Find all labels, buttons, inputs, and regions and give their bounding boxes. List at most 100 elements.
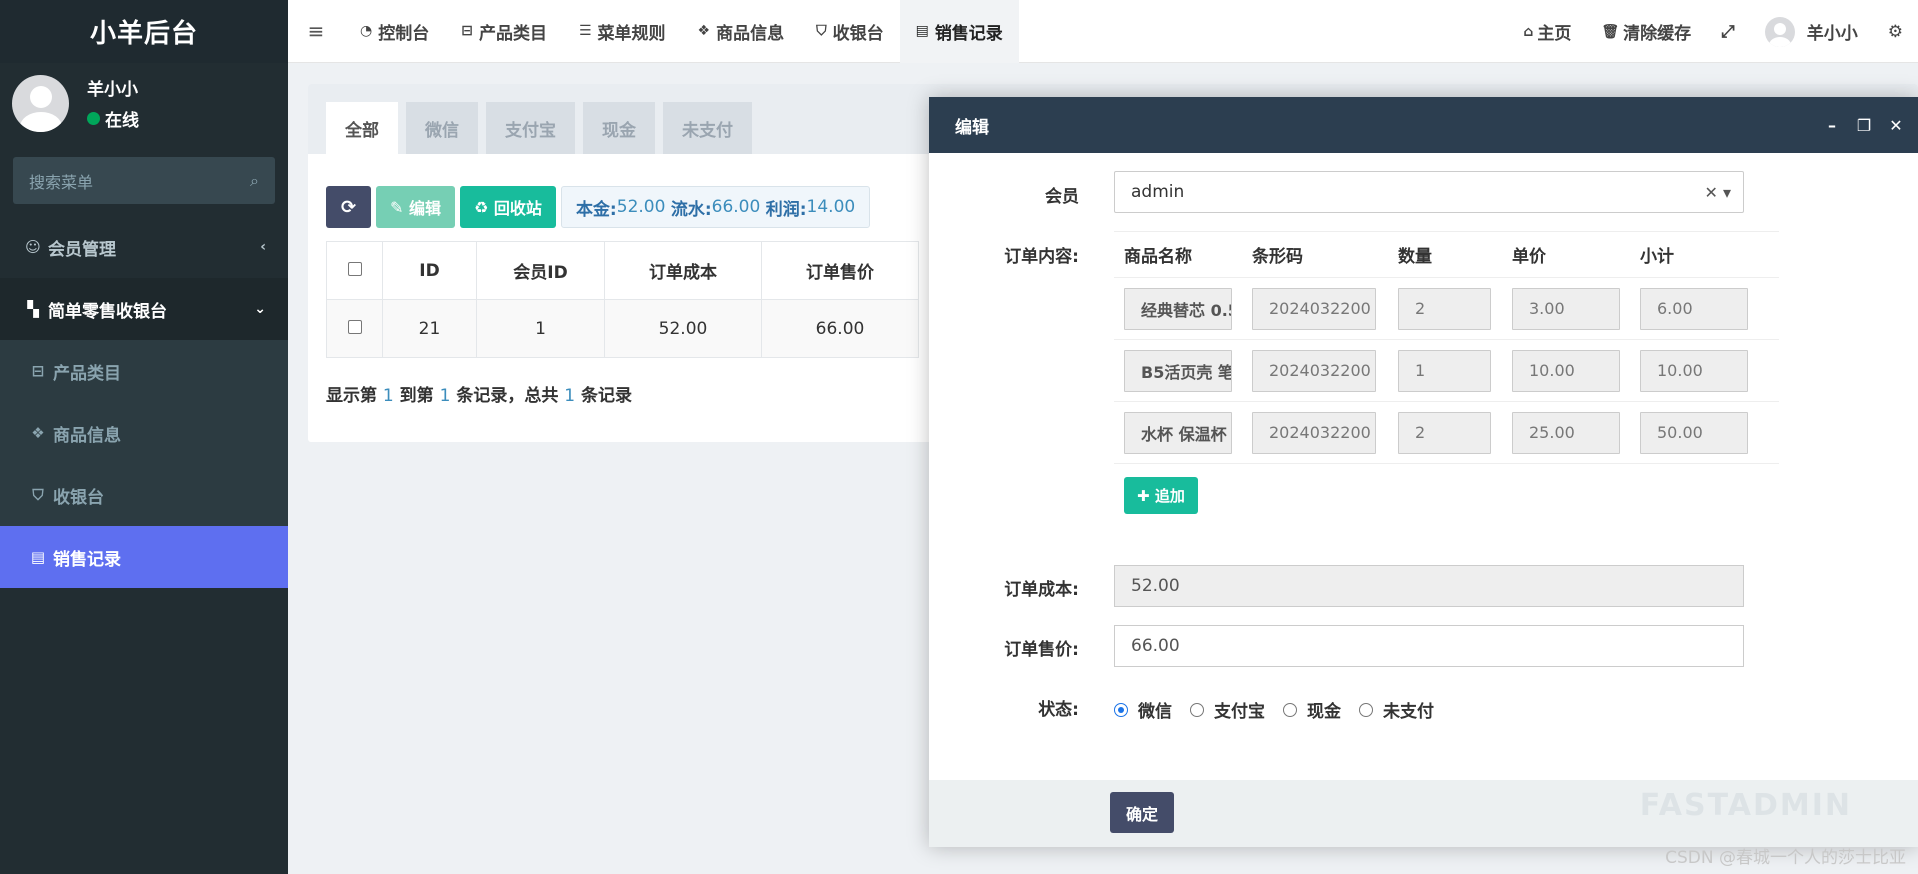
cell-id: 21 <box>382 299 477 358</box>
sidebar-item-member[interactable]: ☺ 会员管理 ‹ <box>0 216 288 278</box>
sidebar-item-label: 简单零售收银台 <box>48 301 167 322</box>
tab-category[interactable]: ⊟ 产品类目 <box>445 0 563 63</box>
tab-cash[interactable]: 现金 <box>583 102 655 154</box>
dialog-title: 编辑 <box>955 117 989 138</box>
item-name-field[interactable]: B5活页壳 笔记 <box>1124 349 1232 392</box>
tab-alipay[interactable]: 支付宝 <box>486 102 575 154</box>
home-link[interactable]: ⌂ 主页 <box>1508 19 1586 45</box>
tab-goods[interactable]: ❖ 商品信息 <box>682 0 801 63</box>
dashboard-icon: ◔ <box>360 23 373 39</box>
status-label: 状态: <box>1038 700 1079 720</box>
radio-icon <box>1190 702 1204 717</box>
tab-sales[interactable]: ▤ 销售记录 <box>899 0 1019 63</box>
dialog-header[interactable]: 编辑 – ❐ ✕ <box>929 97 1918 153</box>
refresh-button[interactable]: ⟳ <box>326 186 371 228</box>
page-total: 1 <box>564 386 576 406</box>
gear-icon[interactable]: ⚙ <box>1873 22 1918 42</box>
table-row[interactable]: 21 1 52.00 66.00 <box>326 299 919 358</box>
sidebar-item-cashier[interactable]: ⛉ 收银台 <box>0 464 288 526</box>
clear-caret-icon[interactable]: ✕ ▾ <box>1704 183 1731 202</box>
close-icon[interactable]: ✕ <box>1880 116 1912 135</box>
order-price-field[interactable]: 66.00 <box>1114 625 1744 667</box>
chevron-left-icon: ‹ <box>260 239 266 255</box>
hamburger-icon[interactable]: ≡ <box>288 0 344 63</box>
online-dot-icon <box>87 112 100 125</box>
item-subtotal-field[interactable]: 10.00 <box>1640 349 1748 392</box>
item-qty-field[interactable]: 2 <box>1398 411 1491 454</box>
item-qty-field[interactable]: 1 <box>1398 349 1491 392</box>
order-items-table: 商品名称 条形码 数量 单价 小计 经典替芯 0.5 2024032200 2 … <box>1114 231 1779 464</box>
maximize-icon[interactable]: ❐ <box>1848 116 1880 135</box>
item-unit-price-field[interactable]: 25.00 <box>1512 411 1620 454</box>
item-name-field[interactable]: 水杯 保温杯 <box>1124 411 1232 454</box>
status-radio-alipay[interactable]: 支付宝 <box>1190 697 1265 722</box>
fullscreen-icon[interactable]: ⤢ <box>1706 22 1750 42</box>
tab-label: 商品信息 <box>716 23 785 44</box>
item-qty-field[interactable]: 2 <box>1398 287 1491 330</box>
tab-wechat[interactable]: 微信 <box>406 102 478 154</box>
sidebar-item-category[interactable]: ⊟ 产品类目 <box>0 340 288 402</box>
clear-cache-button[interactable]: 🗑 清除缓存 <box>1586 19 1706 45</box>
member-label: 会员 <box>1045 187 1079 207</box>
item-unit-price-field[interactable]: 3.00 <box>1512 287 1620 330</box>
item-subtotal-field[interactable]: 6.00 <box>1640 287 1748 330</box>
sidebar: 小羊后台 羊小小 在线 搜索菜单 ⌕ ☺ 会员管理 ‹ ▚ 简单零售收银台 ⌄ … <box>0 0 288 874</box>
status-radio-wechat[interactable]: 微信 <box>1114 697 1172 722</box>
table-row: 经典替芯 0.5 2024032200 2 3.00 6.00 <box>1114 277 1779 340</box>
bars-icon: ☰ <box>578 23 592 39</box>
file-text-icon: ▤ <box>30 548 46 566</box>
item-barcode-field[interactable]: 2024032200 <box>1252 287 1376 330</box>
item-unit-price-field[interactable]: 10.00 <box>1512 349 1620 392</box>
edit-button[interactable]: ✎ 编辑 <box>376 186 455 228</box>
item-subtotal-field[interactable]: 50.00 <box>1640 411 1748 454</box>
select-all-cell <box>326 241 383 300</box>
column-header[interactable]: 会员ID <box>476 241 605 300</box>
member-select[interactable]: admin ✕ ▾ <box>1114 171 1744 213</box>
user-menu[interactable]: 羊小小 <box>1750 16 1873 47</box>
edit-label: 编辑 <box>408 199 441 218</box>
tab-all[interactable]: 全部 <box>326 102 398 154</box>
column-header[interactable]: 订单成本 <box>604 241 762 300</box>
tab-unpaid[interactable]: 未支付 <box>663 102 752 154</box>
tab-menu-rules[interactable]: ☰ 菜单规则 <box>563 0 682 63</box>
sidebar-item-retail[interactable]: ▚ 简单零售收银台 ⌄ <box>0 278 288 340</box>
radio-icon <box>1283 702 1297 717</box>
column-header[interactable]: 订单售价 <box>761 241 919 300</box>
page-text: 到第 <box>399 386 434 406</box>
confirm-button[interactable]: 确定 <box>1110 792 1175 833</box>
top-nav: ≡ ◔ 控制台 ⊟ 产品类目 ☰ 菜单规则 ❖ 商品信息 ⛉ 收银台 ▤ 销售记录 ⌂ 主页 … <box>288 0 1918 63</box>
minimize-icon[interactable]: – <box>1816 116 1848 135</box>
status-radio-unpaid[interactable]: 未支付 <box>1359 697 1434 722</box>
user-circle-icon: ☺ <box>25 238 41 256</box>
cell-member-id: 1 <box>476 299 605 358</box>
add-item-button[interactable]: ✚ 追加 <box>1124 477 1198 514</box>
item-name-field[interactable]: 经典替芯 0.5 <box>1124 287 1232 330</box>
avatar <box>1764 16 1795 47</box>
status-radio-group: 微信 支付宝 现金 未支付 <box>1114 697 1452 722</box>
order-cost-field[interactable]: 52.00 <box>1114 565 1744 607</box>
menu-search-input[interactable]: 搜索菜单 ⌕ <box>13 157 275 204</box>
column-header[interactable]: ID <box>382 241 477 300</box>
sidebar-item-label: 销售记录 <box>53 549 121 570</box>
sidebar-item-goods[interactable]: ❖ 商品信息 <box>0 402 288 464</box>
page-text: 显示第 <box>326 386 377 406</box>
tab-label: 控制台 <box>378 23 430 44</box>
sidebar-item-label: 产品类目 <box>53 363 121 384</box>
tab-cashier[interactable]: ⛉ 收银台 <box>800 0 900 63</box>
status-radio-cash[interactable]: 现金 <box>1283 697 1341 722</box>
item-barcode-field[interactable]: 2024032200 <box>1252 349 1376 392</box>
radio-label: 支付宝 <box>1214 702 1265 722</box>
radio-label: 现金 <box>1307 702 1341 722</box>
item-barcode-field[interactable]: 2024032200 <box>1252 411 1376 454</box>
tab-dashboard[interactable]: ◔ 控制台 <box>344 0 445 63</box>
app-logo[interactable]: 小羊后台 <box>0 0 288 63</box>
radio-label: 微信 <box>1138 702 1172 722</box>
row-checkbox[interactable] <box>347 319 362 334</box>
tab-label: 收银台 <box>832 23 884 44</box>
select-all-checkbox[interactable] <box>347 261 362 276</box>
search-icon[interactable]: ⌕ <box>250 171 259 191</box>
plus-icon: ✚ <box>1137 486 1150 505</box>
user-panel: 羊小小 在线 <box>0 63 288 143</box>
recycle-bin-button[interactable]: ♻ 回收站 <box>460 186 556 228</box>
sidebar-item-sales[interactable]: ▤ 销售记录 <box>0 526 288 588</box>
